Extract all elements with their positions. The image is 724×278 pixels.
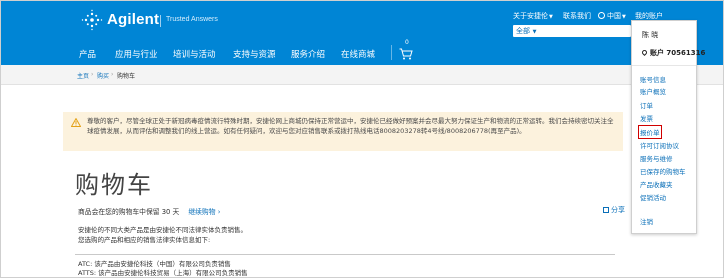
location-pin-icon xyxy=(640,48,649,57)
brand-tagline: Trusted Answers xyxy=(166,16,218,23)
nav-online-store[interactable]: 在线商城 xyxy=(341,48,375,60)
continue-shopping-link[interactable]: 继续购物 › xyxy=(188,208,220,216)
browser-viewport: Agilent Trusted Answers 关于安捷伦▼ 联系我们 中国▼ … xyxy=(0,0,724,278)
region-selector[interactable]: 中国▼ xyxy=(598,11,626,21)
menu-item-favorites[interactable]: 产品收藏夹 xyxy=(640,179,673,189)
shopping-cart-icon[interactable] xyxy=(399,48,413,60)
menu-item-service-repair[interactable]: 服务与维修 xyxy=(640,153,673,163)
menu-item-logout[interactable]: 注销 xyxy=(640,216,653,226)
logo-divider xyxy=(160,15,161,27)
breadcrumb-buy[interactable]: 购买 xyxy=(97,71,109,80)
divider xyxy=(75,254,615,255)
menu-item-account-info[interactable]: 账号信息 xyxy=(640,74,666,84)
menu-item-saved-carts[interactable]: 已保存的购物车 xyxy=(640,166,686,176)
search-box[interactable]: 全部 ▼ xyxy=(513,25,631,37)
account-dropdown-menu: 陈 晓 账户 70561316 账号信息 账户概览 订单 发票 报价单 许可订阅… xyxy=(631,20,705,234)
account-number: 账户 70561316 xyxy=(640,48,705,58)
menu-item-quotes[interactable]: 报价单 xyxy=(638,125,662,139)
nav-divider xyxy=(391,45,392,60)
breadcrumb: 主页 › 购买 › 购物车 xyxy=(1,65,723,85)
menu-item-invoices[interactable]: 发票 xyxy=(640,113,653,123)
chevron-down-icon: ▼ xyxy=(549,14,553,20)
breadcrumb-home[interactable]: 主页 xyxy=(77,71,89,80)
agilent-spark-logo-icon xyxy=(81,9,103,31)
nav-applications-industries[interactable]: 应用与行业 xyxy=(115,48,158,60)
site-header: Agilent Trusted Answers 关于安捷伦▼ 联系我们 中国▼ … xyxy=(1,1,723,65)
nav-products[interactable]: 产品 xyxy=(79,48,96,60)
menu-item-orders[interactable]: 订单 xyxy=(640,100,653,110)
entity-note-2: 您选购的产品和相应的销售法律实体信息如下: xyxy=(78,236,211,244)
nav-services[interactable]: 服务介绍 xyxy=(291,48,325,60)
breadcrumb-current: 购物车 xyxy=(117,73,136,80)
breadcrumb-separator: › xyxy=(111,71,114,78)
cart-retention-info: 商品会在您的购物车中保留 30 天继续购物 › xyxy=(78,206,220,216)
warning-icon xyxy=(71,118,81,127)
alert-message: 尊敬的客户，尽管全球正处于新冠病毒疫情流行特殊时期，安捷伦网上商城仍保持正常营运… xyxy=(87,117,614,135)
cart-count: 0 xyxy=(405,39,409,46)
chevron-down-icon: ▼ xyxy=(622,14,626,20)
breadcrumb-separator: › xyxy=(91,71,94,78)
page-title: 购物车 xyxy=(75,171,153,199)
user-name: 陈 晓 xyxy=(642,31,659,39)
entity-atts: ATTS: 该产品由安捷伦科技贸易（上海）有限公司负责销售 xyxy=(78,269,248,277)
menu-divider xyxy=(632,65,696,66)
about-agilent-link[interactable]: 关于安捷伦▼ xyxy=(513,11,553,21)
menu-item-license-agreements[interactable]: 许可订阅协议 xyxy=(640,140,679,150)
nav-training-events[interactable]: 培训与活动 xyxy=(173,48,216,60)
brand-name[interactable]: Agilent xyxy=(107,11,159,28)
entity-note-1: 安捷伦的不同大类产品是由安捷伦不同法律实体负责销售。 xyxy=(78,226,247,234)
covid-notice-alert: 尊敬的客户，尽管全球正处于新冠病毒疫情流行特殊时期，安捷伦网上商城仍保持正常营运… xyxy=(63,112,623,151)
nav-support-resources[interactable]: 支持与资源 xyxy=(233,48,276,60)
globe-icon xyxy=(598,12,605,19)
menu-item-account-overview[interactable]: 账户概览 xyxy=(640,86,666,96)
retention-text: 商品会在您的购物车中保留 30 天 xyxy=(78,208,180,216)
menu-item-promotions[interactable]: 促销活动 xyxy=(640,192,666,202)
share-button[interactable]: 分享 xyxy=(603,205,625,215)
chevron-down-icon: ▼ xyxy=(531,29,537,35)
search-scope-select[interactable]: 全部 ▼ xyxy=(516,26,536,36)
share-icon xyxy=(603,207,609,213)
contact-us-link[interactable]: 联系我们 xyxy=(563,11,591,21)
